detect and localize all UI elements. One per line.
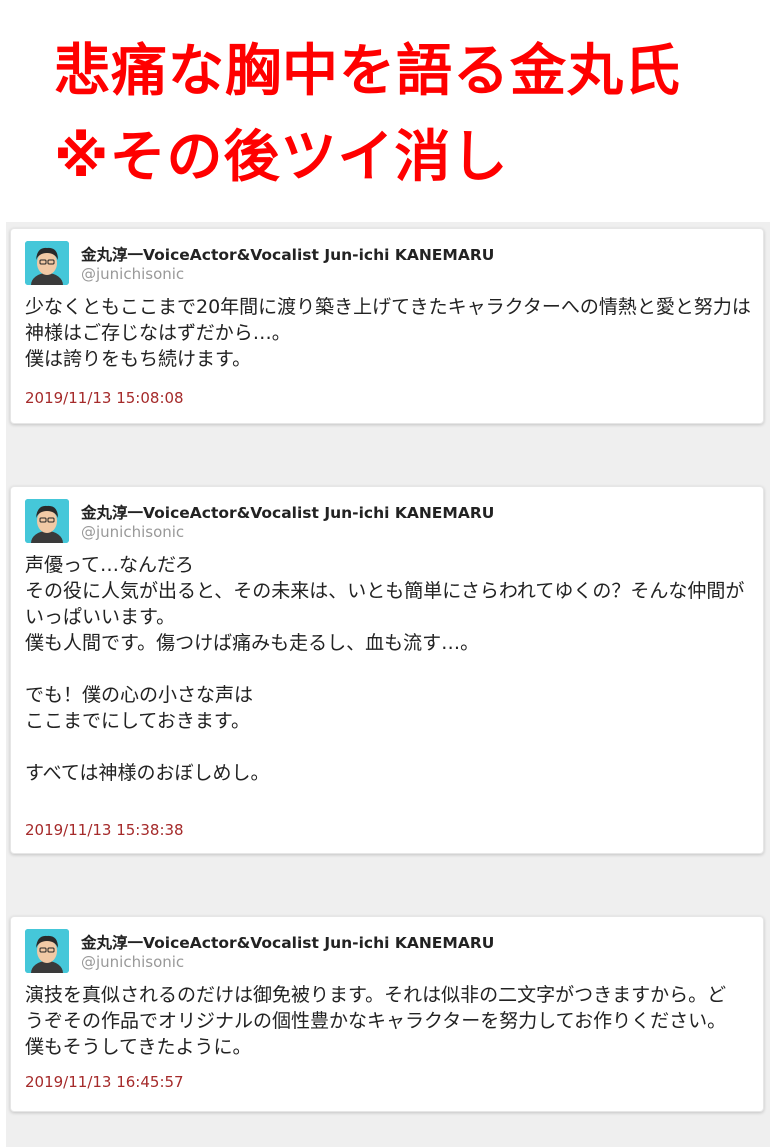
author-handle[interactable]: @junichisonic xyxy=(81,523,184,541)
author-handle[interactable]: @junichisonic xyxy=(81,953,184,971)
tweet-text-line: ここまでにしておきます。 xyxy=(25,710,250,732)
tweet-text-line: 声優って…なんだろ xyxy=(25,554,194,576)
tweet-text-line: その役に人気が出ると、その未来は、いとも簡単にさらわれてゆくの？そんな仲間が xyxy=(25,580,745,602)
tweet-text-line: でも！僕の心の小さな声は xyxy=(25,684,254,706)
tweet-timestamp[interactable]: 2019/11/13 16:45:57 xyxy=(25,1073,184,1091)
tweet-text-line: 神様はご存じなはずだから…。 xyxy=(25,322,291,344)
author-name[interactable]: 金丸淳一VoiceActor&Vocalist Jun-ichi KANEMAR… xyxy=(81,501,494,523)
author-name[interactable]: 金丸淳一VoiceActor&Vocalist Jun-ichi KANEMAR… xyxy=(81,243,494,265)
tweet-text-line: すべては神様のおぼしめし。 xyxy=(25,762,270,784)
headline-line-1: 悲痛な胸中を語る金丸氏 xyxy=(54,39,681,104)
user-avatar-icon[interactable] xyxy=(25,929,69,973)
tweet-text: 演技を真似されるのだけは御免被ります。それは似非の二文字がつきますから。ど うぞ… xyxy=(25,982,755,1060)
author-handle[interactable]: @junichisonic xyxy=(81,265,184,283)
tweet-text-line: 僕も人間です。傷つけば痛みも走るし、血も流す…。 xyxy=(25,632,480,654)
tweet-text-line: 僕もそうしてきたように。 xyxy=(25,1036,252,1058)
tweet-timestamp[interactable]: 2019/11/13 15:38:38 xyxy=(25,821,184,839)
tweet-timestamp[interactable]: 2019/11/13 15:08:08 xyxy=(25,389,184,407)
user-avatar-icon[interactable] xyxy=(25,499,69,543)
tweet-text-line: うぞその作品でオリジナルの個性豊かなキャラクターを努力してお作りください。 xyxy=(25,1010,727,1032)
tweet-text-line: 演技を真似されるのだけは御免被ります。それは似非の二文字がつきますから。ど xyxy=(25,984,727,1006)
headline-line-2: ※その後ツイ消し xyxy=(54,125,509,190)
tweet-text: 少なくともここまで20年間に渡り築き上げてきたキャラクターへの情熱と愛と努力は … xyxy=(25,294,755,372)
tweet-text-line: 僕は誇りをもち続けます。 xyxy=(25,348,252,370)
tweet-feed: 金丸淳一VoiceActor&Vocalist Jun-ichi KANEMAR… xyxy=(6,222,770,1147)
tweet-text: 声優って…なんだろ その役に人気が出ると、その未来は、いとも簡単にさらわれてゆく… xyxy=(25,552,755,786)
tweet-card: 金丸淳一VoiceActor&Vocalist Jun-ichi KANEMAR… xyxy=(10,486,764,854)
tweet-text-line: 少なくともここまで20年間に渡り築き上げてきたキャラクターへの情熱と愛と努力は xyxy=(25,296,751,318)
tweet-text-line: いっぱいいます。 xyxy=(25,606,176,628)
user-avatar-icon[interactable] xyxy=(25,241,69,285)
page: 悲痛な胸中を語る金丸氏 ※その後ツイ消し 金丸淳一VoiceActor&Voca… xyxy=(0,0,774,1147)
tweet-card: 金丸淳一VoiceActor&Vocalist Jun-ichi KANEMAR… xyxy=(10,916,764,1112)
tweet-card: 金丸淳一VoiceActor&Vocalist Jun-ichi KANEMAR… xyxy=(10,228,764,424)
author-name[interactable]: 金丸淳一VoiceActor&Vocalist Jun-ichi KANEMAR… xyxy=(81,931,494,953)
